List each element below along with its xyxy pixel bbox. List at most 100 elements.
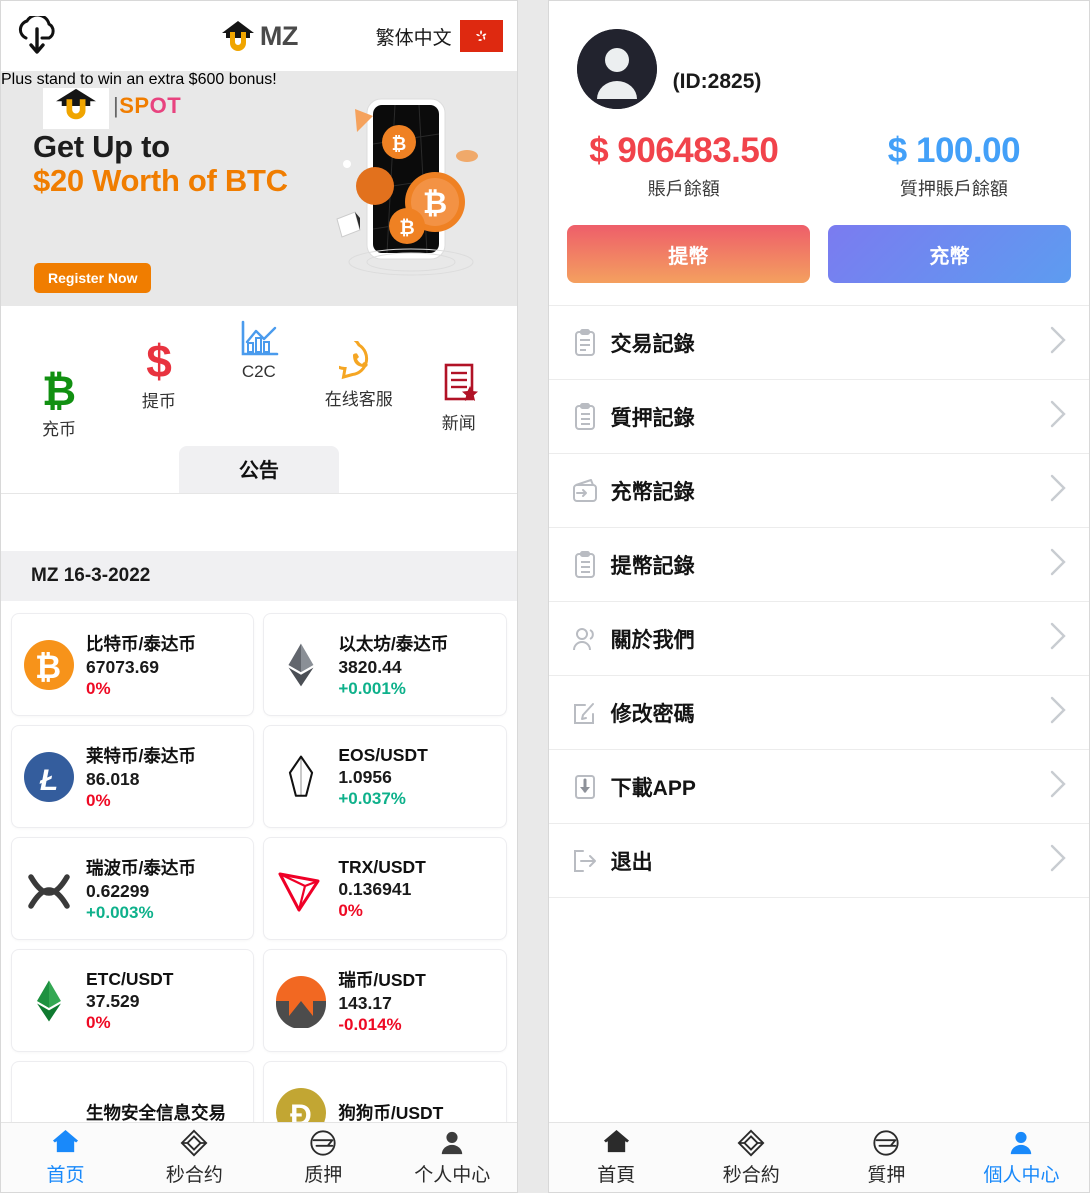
quick-action-label: 新闻: [441, 414, 476, 433]
quick-action-withdraw[interactable]: $ 提币: [109, 331, 209, 440]
person-avatar-icon[interactable]: [576, 29, 657, 109]
profile-scroll-area[interactable]: (ID:2825) $ 906483.50 賬戶餘額 $ 100.00 質押賬戶…: [548, 1, 1089, 1122]
nav-item-contract[interactable]: 秒合約: [684, 1129, 819, 1187]
coin-change: 0%: [86, 790, 111, 810]
coin-name: 瑞币/USDT: [338, 969, 426, 990]
coin-card[interactable]: ETC/USDT 37.529 0%: [11, 949, 255, 1052]
chevron-right-icon: [1049, 695, 1067, 730]
nav-item-profile[interactable]: 個人中心: [954, 1129, 1089, 1187]
coin-card[interactable]: EOS/USDT 1.0956 +0.037%: [263, 725, 507, 828]
quick-action-c2c[interactable]: C2C: [209, 306, 309, 440]
coin-name: EOS/USDT: [338, 744, 428, 765]
logout-icon: [571, 847, 599, 875]
coin-card[interactable]: 瑞币/USDT 143.17 -0.014%: [263, 949, 507, 1052]
coin-card[interactable]: 以太坊/泰达币 3820.44 +0.001%: [263, 613, 507, 716]
whatsapp-icon: [338, 329, 379, 381]
litecoin-coin-icon: Ł: [22, 750, 76, 804]
nav-item-stake[interactable]: 質押: [819, 1129, 954, 1187]
coin-name: 瑞波币/泰达币: [86, 857, 196, 878]
coin-card[interactable]: 瑞波币/泰达币 0.62299 +0.003%: [11, 837, 255, 940]
menu-item-withdraw-records[interactable]: 提幣記錄: [548, 528, 1089, 602]
account-balance: $ 906483.50 賬戶餘額: [549, 131, 819, 201]
svg-text:₿: ₿: [399, 218, 414, 239]
clipboard-list-icon: [571, 402, 599, 431]
menu-item-stake-records[interactable]: 質押記錄: [548, 380, 1089, 454]
banner-logo-icon: [43, 81, 109, 129]
withdraw-button[interactable]: 提幣: [566, 225, 810, 283]
register-now-button[interactable]: Register Now: [34, 263, 152, 293]
menu-item-deposit-records[interactable]: 充幣記錄: [548, 454, 1089, 528]
quick-action-label: 在线客服: [324, 390, 393, 409]
coin-price: 37.529: [86, 990, 140, 1011]
coin-card[interactable]: TRX/USDT 0.136941 0%: [263, 837, 507, 940]
coin-price: 0.62299: [86, 880, 150, 901]
brand-name: MZ: [259, 20, 298, 51]
account-balance-amount: $ 906483.50: [589, 131, 779, 170]
bitcoin-coin-icon: ₿: [22, 638, 76, 692]
coin-price: 3820.44: [338, 656, 402, 677]
language-switcher[interactable]: 繁体中文: [376, 20, 503, 52]
chevron-right-icon: [1049, 325, 1067, 360]
svg-text:₿: ₿: [391, 134, 406, 154]
menu-label: 交易記錄: [610, 332, 695, 356]
home-icon: [52, 1129, 79, 1157]
nav-label: 质押: [304, 1164, 343, 1186]
coin-card[interactable]: ₿ 比特币/泰达币 67073.69 0%: [11, 613, 255, 716]
coin-card[interactable]: Ł 莱特币/泰达币 86.018 0%: [11, 725, 255, 828]
coin-card[interactable]: Ð 狗狗币/USDT: [263, 1061, 507, 1122]
news-document-icon: [439, 353, 479, 405]
user-id: (ID:2825): [672, 70, 762, 93]
menu-item-trade-records[interactable]: 交易記錄: [548, 306, 1089, 380]
coin-change: +0.037%: [338, 788, 406, 808]
coin-card[interactable]: 生物安全信息交易: [11, 1061, 255, 1123]
bsv-coin-icon: [22, 1086, 76, 1123]
banner-line-3: Plus stand to win: [1, 71, 122, 88]
deposit-button[interactable]: 充幣: [827, 225, 1072, 283]
quick-action-label: 充币: [41, 420, 76, 439]
menu-item-change-password[interactable]: 修改密碼: [548, 676, 1089, 750]
wallet-in-icon: [571, 477, 599, 505]
quick-action-deposit[interactable]: ₿ 充币: [9, 359, 109, 440]
avatar-row: (ID:2825): [549, 29, 1089, 109]
banner-line-2: $20 Worth of BTC: [33, 163, 288, 198]
nav-item-stake[interactable]: 质押: [259, 1129, 388, 1187]
banner-line-4: an extra $600 bonus!: [126, 71, 277, 88]
quick-action-label: 提币: [141, 392, 176, 411]
nav-item-home[interactable]: 首頁: [549, 1129, 684, 1187]
dual-phone-stage: MZ 繁体中文 |SPOT Get Up to $20 Worth of BTC…: [0, 0, 1090, 1193]
ethereum-coin-icon: [274, 638, 328, 692]
home-scroll-area[interactable]: MZ 繁体中文 |SPOT Get Up to $20 Worth of BTC…: [1, 1, 517, 1122]
menu-item-logout[interactable]: 退出: [548, 824, 1089, 898]
clipboard-list-icon: [571, 550, 599, 579]
svg-text:Ł: Ł: [39, 764, 58, 797]
svg-text:₿: ₿: [35, 649, 61, 685]
promo-banner[interactable]: |SPOT Get Up to $20 Worth of BTC Plus st…: [1, 71, 517, 306]
chevron-right-icon: [1049, 399, 1067, 434]
account-actions: 提幣 充幣: [549, 201, 1089, 305]
coin-price: 86.018: [86, 768, 140, 789]
nav-item-profile[interactable]: 个人中心: [388, 1129, 517, 1187]
menu-item-download-app[interactable]: 下載APP: [548, 750, 1089, 824]
home-screen-phone: MZ 繁体中文 |SPOT Get Up to $20 Worth of BTC…: [0, 0, 518, 1193]
eos-coin-icon: [274, 750, 328, 804]
coin-name: 莱特币/泰达币: [86, 745, 196, 766]
announcement-item[interactable]: MZ 16-3-2022: [1, 551, 517, 601]
mz-logo-icon: [220, 19, 256, 53]
cloud-download-icon[interactable]: [15, 13, 61, 56]
profile-menu: 交易記錄 質押記錄 充幣記錄 提幣記錄 關於我們 修改密碼 下載APP 退出: [548, 305, 1089, 1053]
quick-action-news[interactable]: 新闻: [409, 353, 509, 440]
quick-action-support[interactable]: 在线客服: [309, 329, 409, 440]
coin-name: 比特币/泰达币: [86, 633, 196, 654]
tron-coin-icon: [274, 862, 328, 916]
menu-label: 充幣記錄: [610, 480, 695, 504]
nav-item-contract[interactable]: 秒合约: [130, 1129, 259, 1187]
cube-icon: [737, 1129, 765, 1157]
announcement-tab[interactable]: 公告: [178, 446, 339, 493]
menu-item-about-us[interactable]: 關於我們: [548, 602, 1089, 676]
coin-name: TRX/USDT: [338, 856, 426, 877]
coin-name: 生物安全信息交易: [86, 1103, 226, 1122]
announcement-section: 公告 MZ 16-3-2022: [1, 446, 517, 601]
profile-screen-phone: (ID:2825) $ 906483.50 賬戶餘額 $ 100.00 質押賬戶…: [547, 0, 1090, 1193]
person-icon: [439, 1129, 465, 1157]
nav-item-home[interactable]: 首页: [1, 1129, 130, 1187]
